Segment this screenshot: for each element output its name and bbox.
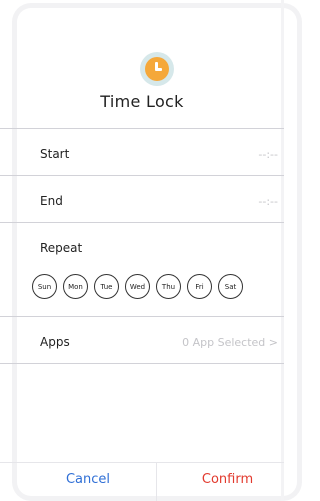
divider — [0, 222, 284, 223]
apps-label: Apps — [40, 335, 70, 349]
clock-hand-horizontal — [155, 68, 162, 71]
end-label: End — [40, 194, 63, 208]
right-edge-strip — [281, 0, 284, 501]
day-toggle-sat[interactable]: Sat — [218, 274, 243, 299]
time-lock-screen: Time Lock Start --:-- End --:-- Repeat S… — [0, 0, 297, 501]
clock-icon — [140, 52, 174, 86]
cancel-button[interactable]: Cancel — [40, 472, 136, 487]
start-time-value[interactable]: --:-- — [258, 148, 278, 161]
day-toggle-fri[interactable]: Fri — [187, 274, 212, 299]
day-toggle-tue[interactable]: Tue — [94, 274, 119, 299]
day-toggle-mon[interactable]: Mon — [63, 274, 88, 299]
end-time-value[interactable]: --:-- — [258, 195, 278, 208]
footer-divider — [0, 462, 284, 463]
start-label: Start — [40, 147, 70, 161]
footer-separator — [156, 462, 157, 501]
dialog-title: Time Lock — [100, 92, 184, 111]
confirm-button[interactable]: Confirm — [175, 472, 280, 487]
divider — [0, 128, 284, 129]
clock-face — [145, 57, 169, 81]
day-toggle-sun[interactable]: Sun — [32, 274, 57, 299]
day-toggle-thu[interactable]: Thu — [156, 274, 181, 299]
repeat-label: Repeat — [40, 241, 83, 255]
day-toggle-wed[interactable]: Wed — [125, 274, 150, 299]
divider — [0, 175, 284, 176]
apps-selected-value[interactable]: 0 App Selected > — [182, 336, 278, 349]
divider — [0, 363, 284, 364]
repeat-days: Sun Mon Tue Wed Thu Fri Sat — [32, 274, 243, 299]
divider — [0, 316, 284, 317]
